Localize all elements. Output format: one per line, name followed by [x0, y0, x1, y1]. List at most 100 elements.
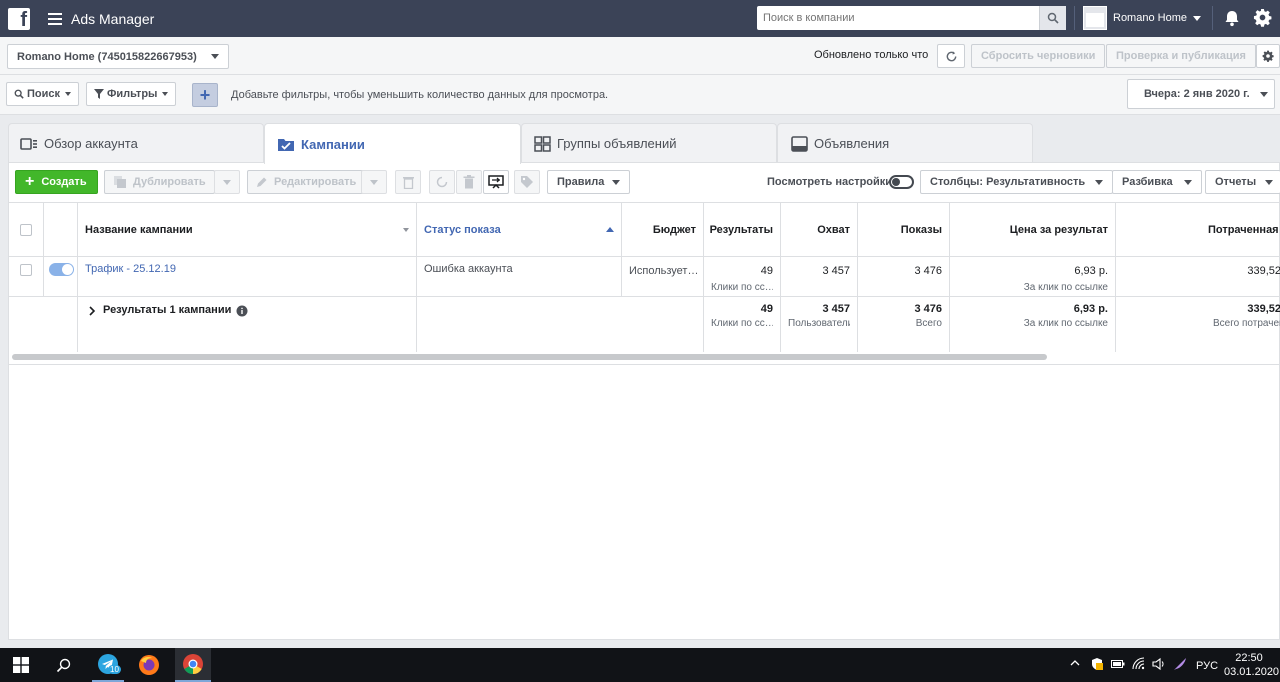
summary-spent-value: 339,52 [1247, 303, 1280, 315]
column-header-budget[interactable]: Бюджет [622, 202, 704, 257]
summary-cost-cell: 6,93 р. За клик по ссылке [950, 297, 1116, 352]
create-button[interactable]: + Создать [15, 170, 98, 194]
summary-label-cell[interactable]: Результаты 1 кампании [78, 297, 417, 352]
review-publish-button[interactable]: Проверка и публикация [1106, 44, 1256, 68]
chevron-down-icon [162, 92, 169, 96]
firefox-taskbar-app[interactable] [133, 648, 165, 682]
start-button[interactable] [8, 648, 34, 682]
divider [9, 364, 1280, 365]
discard-changes-button[interactable] [429, 170, 455, 194]
chevron-down-icon [1095, 179, 1104, 185]
edit-dropdown[interactable] [361, 170, 387, 194]
delete-draft-button[interactable] [395, 170, 421, 194]
filters-dropdown[interactable]: Фильтры [86, 82, 177, 106]
toggle-header [44, 202, 78, 257]
tab-ad-sets[interactable]: Группы объявлений [521, 123, 777, 163]
view-settings-toggle[interactable] [889, 175, 914, 189]
settings-gear-icon[interactable] [1253, 8, 1272, 30]
horizontal-scrollbar[interactable] [12, 354, 1047, 360]
column-header-label: Название кампании [85, 223, 193, 236]
security-tray-icon[interactable] [1090, 657, 1104, 674]
chevron-down-icon [370, 179, 378, 185]
summary-empty [417, 297, 704, 352]
column-header-status[interactable]: Статус показа [417, 202, 622, 257]
tab-ads[interactable]: Объявления [777, 123, 1033, 163]
rules-dropdown[interactable]: Правила [547, 170, 631, 194]
speaker-icon [1152, 657, 1164, 671]
divider [1212, 6, 1213, 30]
date-range-picker[interactable]: Вчера: 2 янв 2020 г. [1127, 79, 1275, 109]
column-header-name[interactable]: Название кампании [78, 202, 417, 257]
duplicate-button[interactable]: Дублировать [104, 170, 215, 194]
add-filter-button[interactable]: + [192, 83, 218, 107]
select-all-checkbox[interactable] [20, 223, 32, 236]
column-header-impressions[interactable]: Показы [858, 202, 950, 257]
chevron-down-icon [1192, 15, 1201, 21]
breakdown-dropdown[interactable]: Разбивка [1112, 170, 1202, 194]
firefox-icon [139, 655, 159, 675]
clock-time: 22:50 [1235, 652, 1263, 664]
view-settings-label: Посмотреть настройки [767, 176, 893, 188]
telegram-taskbar-app[interactable]: 10 [92, 648, 124, 682]
info-icon[interactable] [236, 305, 248, 317]
duplicate-icon [114, 176, 126, 188]
account-settings-button[interactable] [1256, 44, 1280, 68]
columns-dropdown[interactable]: Столбцы: Результативность [920, 170, 1114, 194]
filter-icon [94, 89, 104, 99]
campaign-on-off-toggle[interactable] [49, 263, 74, 276]
battery-tray-icon[interactable] [1111, 658, 1125, 673]
column-header-amount-spent[interactable]: Потраченная сумма [1116, 202, 1280, 257]
reports-dropdown[interactable]: Отчеты [1205, 170, 1280, 194]
search-dropdown[interactable]: Поиск [6, 82, 80, 106]
business-search [757, 6, 1066, 30]
wifi-icon [1132, 657, 1145, 670]
ad-account-selector[interactable]: Romano Home (745015822667953) [7, 44, 229, 69]
budget-cell[interactable]: Использует… [622, 257, 704, 297]
account-avatar [1083, 6, 1107, 30]
edit-button[interactable]: Редактировать [247, 170, 366, 194]
date-range-label: Вчера: 2 янв 2020 г. [1144, 88, 1250, 100]
cost-per-result-cell: 6,93 р. За клик по ссылке [950, 257, 1116, 297]
search-button[interactable] [1039, 6, 1066, 30]
column-header-cost-per-result[interactable]: Цена за результат [950, 202, 1116, 257]
edit-label: Редактировать [274, 176, 357, 188]
chevron-down-icon [612, 179, 621, 185]
refresh-button[interactable] [937, 44, 965, 68]
tab-campaigns[interactable]: Кампании [264, 123, 521, 164]
row-checkbox[interactable] [20, 264, 32, 276]
facebook-logo[interactable]: f [8, 7, 30, 30]
summary-results-value: 49 [760, 303, 773, 315]
ab-test-button[interactable] [483, 170, 509, 194]
filter-hint: Добавьте фильтры, чтобы уменьшить количе… [231, 89, 609, 101]
notifications-bell-icon[interactable] [1223, 9, 1241, 30]
discard-drafts-button[interactable]: Сбросить черновики [971, 44, 1106, 68]
account-overview-icon [20, 137, 38, 151]
business-search-input[interactable] [757, 6, 1039, 30]
volume-tray-icon[interactable] [1152, 657, 1166, 674]
tag-button[interactable] [514, 170, 540, 194]
app-title[interactable]: Ads Manager [71, 11, 154, 27]
menu-icon[interactable] [48, 12, 62, 25]
pen-tray-icon[interactable] [1172, 656, 1188, 675]
column-header-results[interactable]: Результаты [704, 202, 781, 257]
campaign-name-link[interactable]: Трафик - 25.12.19 [78, 257, 417, 297]
account-switcher[interactable]: Romano Home [1083, 6, 1201, 30]
cost-per-result-type: За клик по ссылке [1023, 282, 1108, 293]
input-language[interactable]: РУС [1196, 660, 1218, 672]
ad-account-label: Romano Home (745015822667953) [17, 50, 197, 63]
delete-button[interactable] [456, 170, 482, 194]
show-hidden-icons[interactable] [1069, 657, 1081, 672]
summary-reach-type: Пользователи [788, 318, 850, 329]
taskbar-search-button[interactable] [50, 648, 76, 682]
column-header-reach[interactable]: Охват [781, 202, 858, 257]
summary-impressions-type: Всего [915, 318, 942, 329]
duplicate-dropdown[interactable] [214, 170, 240, 194]
chevron-down-icon [1183, 179, 1192, 185]
tab-account-overview[interactable]: Обзор аккаунта [8, 123, 264, 163]
chrome-taskbar-app[interactable] [175, 648, 211, 682]
taskbar-clock[interactable]: 22:50 03.01.2020 [1224, 651, 1279, 679]
chevron-down-icon [210, 54, 219, 59]
wifi-tray-icon[interactable] [1132, 657, 1146, 674]
summary-cost-value: 6,93 р. [1073, 303, 1108, 315]
row-toggle-cell [44, 257, 78, 297]
